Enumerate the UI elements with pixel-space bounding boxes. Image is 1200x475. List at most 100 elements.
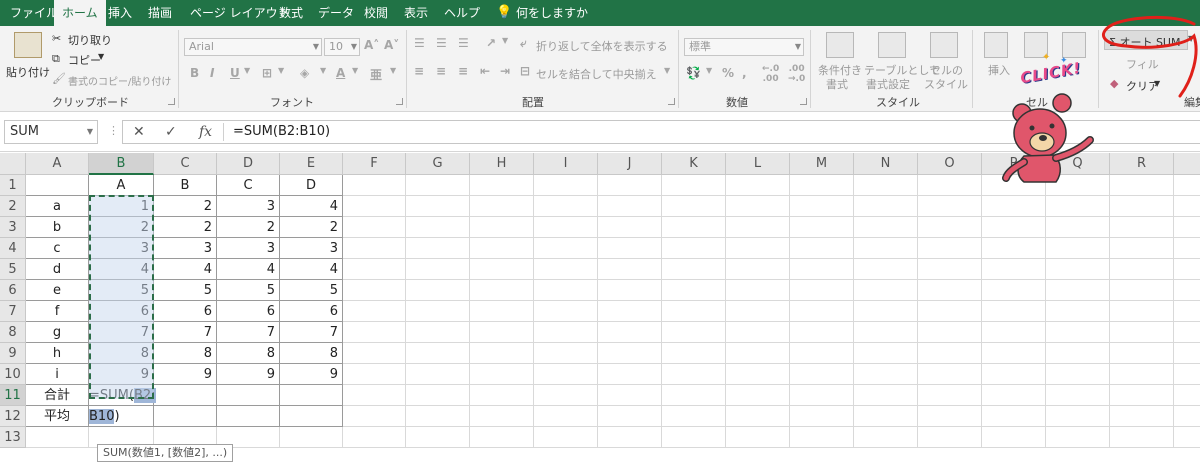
cell[interactable] bbox=[1046, 280, 1110, 301]
spreadsheet-grid[interactable]: ABCDEFGHIJKLMNOPQRS 12345678910111213 AB… bbox=[0, 153, 1200, 475]
cell[interactable] bbox=[854, 364, 918, 385]
align-middle-icon[interactable]: ☰ bbox=[436, 36, 447, 50]
cell[interactable]: 8 bbox=[280, 343, 343, 364]
cell[interactable] bbox=[790, 322, 854, 343]
font-color-dropdown-icon[interactable]: ▼ bbox=[352, 66, 358, 75]
column-header[interactable]: C bbox=[154, 153, 217, 175]
wrap-text-icon[interactable]: ⤶ bbox=[520, 36, 527, 51]
column-header[interactable]: N bbox=[854, 153, 918, 175]
fill-dropdown-icon[interactable]: ▼ bbox=[320, 66, 326, 75]
cancel-icon[interactable]: ✕ bbox=[133, 124, 145, 140]
cell[interactable] bbox=[343, 175, 406, 196]
cell[interactable] bbox=[343, 406, 406, 427]
menu-review[interactable]: 校閲 bbox=[364, 0, 388, 26]
italic-button[interactable]: I bbox=[210, 66, 214, 80]
increase-decimal-icon[interactable]: ←.0.00 bbox=[762, 64, 779, 84]
copy-button[interactable]: コピー bbox=[68, 52, 101, 68]
cell[interactable]: 5 bbox=[217, 280, 280, 301]
cell[interactable]: 2 bbox=[280, 217, 343, 238]
select-all-corner[interactable] bbox=[0, 153, 26, 175]
cell[interactable] bbox=[1174, 238, 1200, 259]
cell[interactable] bbox=[217, 385, 280, 406]
cell[interactable] bbox=[982, 364, 1046, 385]
cell[interactable]: 6 bbox=[217, 301, 280, 322]
cell[interactable] bbox=[343, 301, 406, 322]
column-header[interactable]: D bbox=[217, 153, 280, 175]
border-icon[interactable]: ⊞ bbox=[262, 66, 272, 80]
cell[interactable] bbox=[1110, 175, 1174, 196]
indent-decrease-icon[interactable]: ⇤ bbox=[480, 64, 490, 78]
row-header[interactable]: 3 bbox=[0, 217, 26, 238]
cell[interactable] bbox=[726, 322, 790, 343]
row-header[interactable]: 2 bbox=[0, 196, 26, 217]
cell[interactable] bbox=[470, 259, 534, 280]
cell[interactable] bbox=[1046, 259, 1110, 280]
cell[interactable] bbox=[406, 280, 470, 301]
cell[interactable] bbox=[982, 385, 1046, 406]
cell[interactable] bbox=[1110, 322, 1174, 343]
cell[interactable]: C bbox=[217, 175, 280, 196]
cell[interactable] bbox=[343, 385, 406, 406]
cell[interactable]: i bbox=[26, 364, 89, 385]
cell[interactable] bbox=[1046, 322, 1110, 343]
cell[interactable]: 2 bbox=[217, 217, 280, 238]
cell[interactable] bbox=[470, 385, 534, 406]
cell[interactable] bbox=[662, 301, 726, 322]
cell[interactable] bbox=[662, 406, 726, 427]
cell[interactable] bbox=[534, 385, 598, 406]
cell[interactable] bbox=[1046, 364, 1110, 385]
cell[interactable] bbox=[662, 364, 726, 385]
cell[interactable] bbox=[918, 280, 982, 301]
cell[interactable] bbox=[790, 427, 854, 448]
cell[interactable] bbox=[598, 385, 662, 406]
cell[interactable] bbox=[1110, 343, 1174, 364]
clipboard-paste-icon[interactable] bbox=[14, 32, 42, 58]
cell[interactable] bbox=[1110, 280, 1174, 301]
cell[interactable]: 7 bbox=[280, 322, 343, 343]
cell[interactable]: b bbox=[26, 217, 89, 238]
cell[interactable] bbox=[726, 238, 790, 259]
cell[interactable] bbox=[470, 406, 534, 427]
cell[interactable] bbox=[1110, 196, 1174, 217]
cell[interactable] bbox=[918, 259, 982, 280]
cell[interactable] bbox=[534, 280, 598, 301]
cell[interactable] bbox=[790, 385, 854, 406]
cell[interactable] bbox=[854, 301, 918, 322]
cell[interactable] bbox=[726, 196, 790, 217]
cell[interactable] bbox=[1110, 238, 1174, 259]
cell[interactable] bbox=[1046, 406, 1110, 427]
cell[interactable] bbox=[534, 217, 598, 238]
cell[interactable] bbox=[598, 280, 662, 301]
align-left-icon[interactable]: ≡ bbox=[414, 64, 424, 78]
cell[interactable]: 6 bbox=[154, 301, 217, 322]
cell[interactable] bbox=[1174, 364, 1200, 385]
merge-center-button[interactable]: セルを結合して中央揃え bbox=[536, 66, 657, 82]
cell[interactable] bbox=[406, 196, 470, 217]
cell[interactable] bbox=[982, 196, 1046, 217]
cell[interactable] bbox=[918, 343, 982, 364]
cell[interactable] bbox=[343, 259, 406, 280]
cell[interactable] bbox=[1046, 238, 1110, 259]
cell[interactable] bbox=[918, 406, 982, 427]
cell[interactable] bbox=[662, 385, 726, 406]
cell[interactable] bbox=[598, 301, 662, 322]
orientation-dropdown-icon[interactable]: ▼ bbox=[502, 36, 508, 45]
cell[interactable] bbox=[1110, 301, 1174, 322]
cell[interactable]: 8 bbox=[217, 343, 280, 364]
cell[interactable] bbox=[534, 406, 598, 427]
cell[interactable] bbox=[1174, 427, 1200, 448]
font-size-combo[interactable]: 10 ▼ bbox=[324, 38, 360, 56]
cell[interactable] bbox=[1046, 217, 1110, 238]
cell[interactable]: 4 bbox=[280, 196, 343, 217]
cell[interactable] bbox=[726, 259, 790, 280]
cell[interactable] bbox=[1174, 196, 1200, 217]
decrease-decimal-icon[interactable]: .00 →.0 bbox=[788, 64, 805, 84]
font-name-combo[interactable]: Arial ▼ bbox=[184, 38, 322, 56]
formula-text[interactable]: =SUM(B2:B10) bbox=[233, 124, 330, 139]
cell[interactable]: 3 bbox=[280, 238, 343, 259]
cell[interactable] bbox=[854, 385, 918, 406]
cell[interactable]: f bbox=[26, 301, 89, 322]
cell[interactable] bbox=[790, 175, 854, 196]
cell[interactable] bbox=[790, 217, 854, 238]
cell[interactable] bbox=[854, 217, 918, 238]
